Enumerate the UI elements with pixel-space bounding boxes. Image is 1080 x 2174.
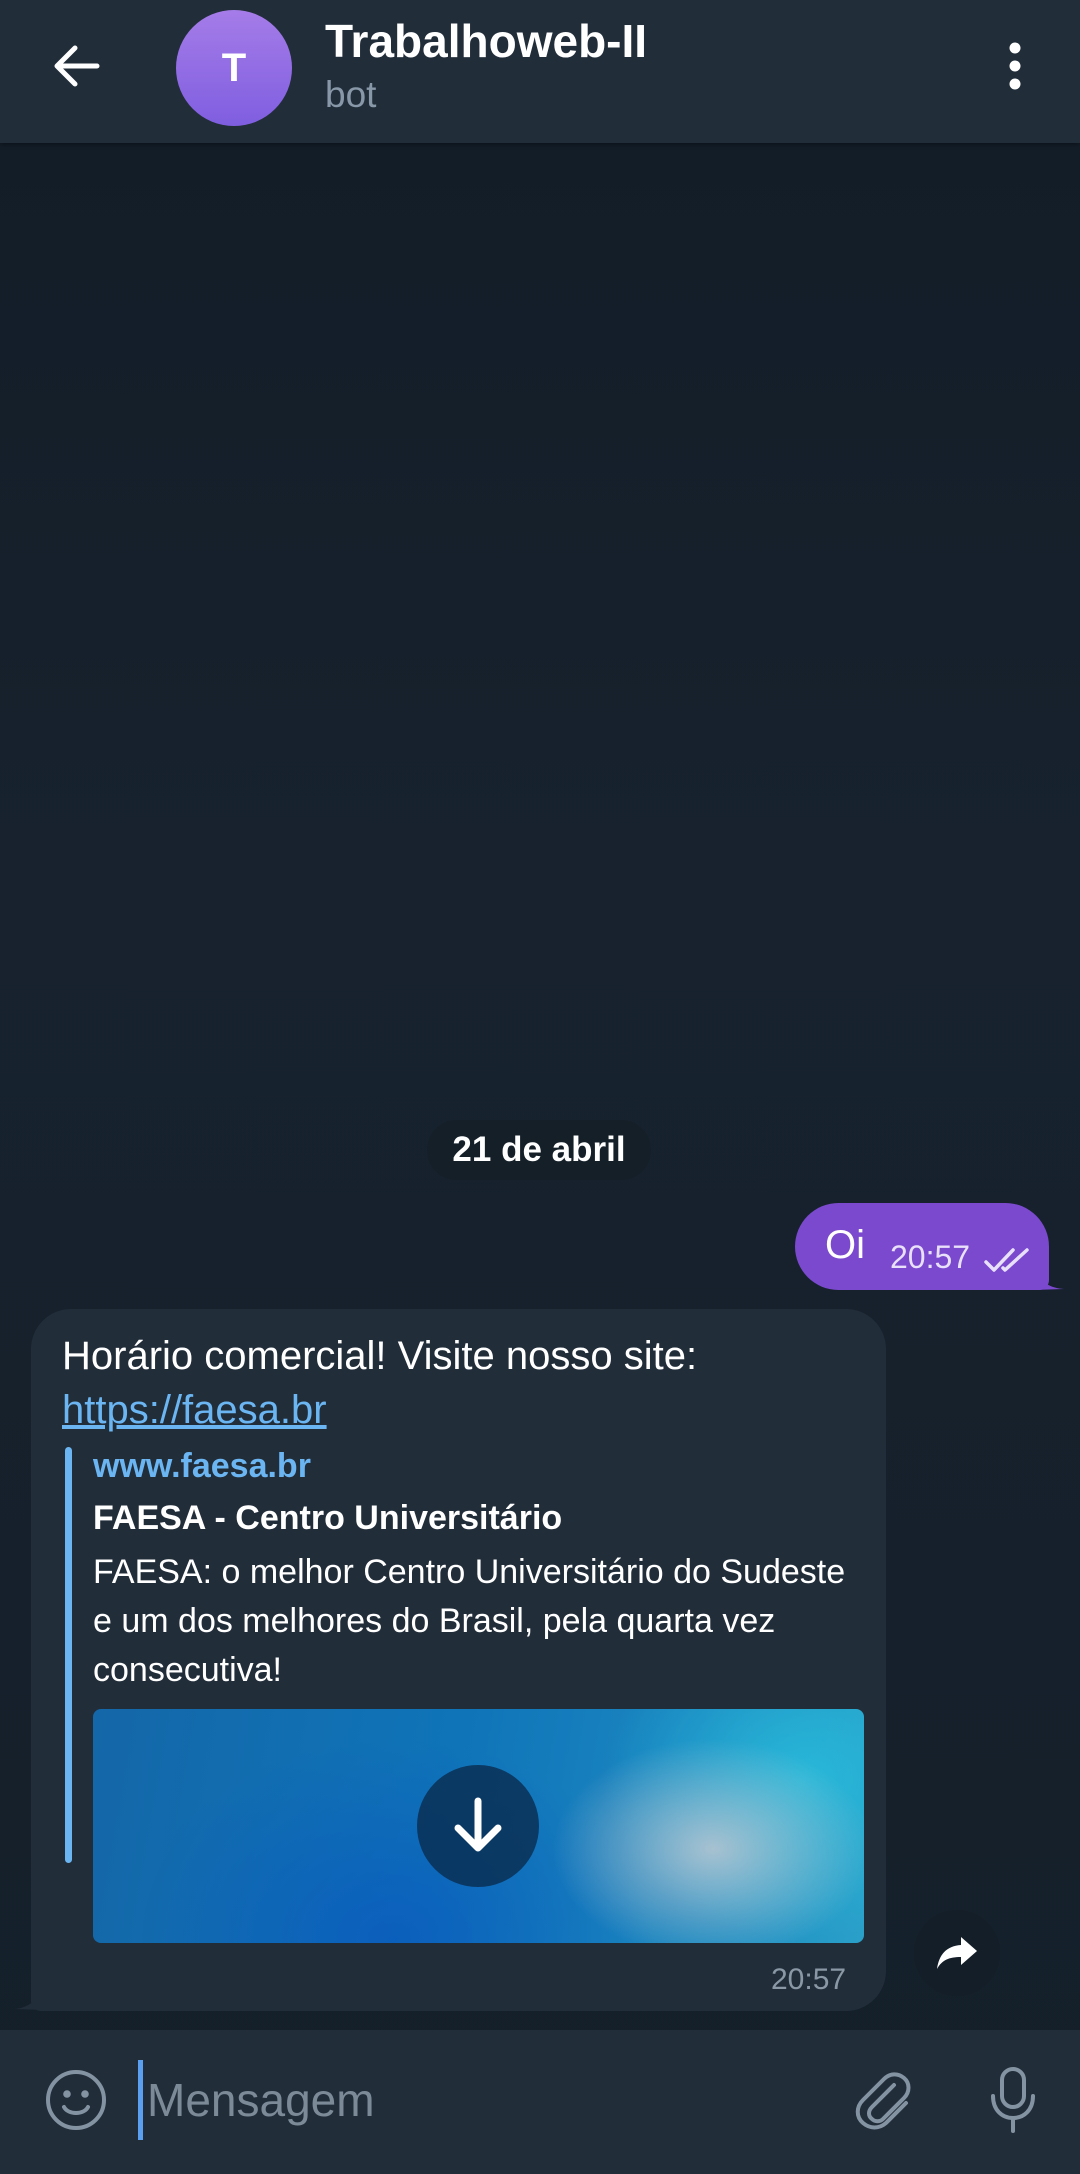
avatar-letter: T bbox=[221, 45, 247, 90]
arrow-left-icon bbox=[54, 45, 100, 87]
message-composer bbox=[0, 2030, 1080, 2174]
outgoing-message-time: 20:57 bbox=[890, 1239, 971, 1275]
incoming-message[interactable]: Horário comercial! Visite nosso site: ht… bbox=[31, 1309, 886, 2011]
double-check-icon bbox=[984, 1248, 1029, 1272]
outgoing-message[interactable]: Oi 20:57 bbox=[795, 1203, 1049, 1290]
link-preview-site[interactable]: www.faesa.br bbox=[93, 1447, 311, 1486]
message-input[interactable] bbox=[138, 2060, 837, 2140]
chat-subtitle: bot bbox=[325, 74, 377, 115]
emoji-button[interactable] bbox=[38, 2062, 114, 2138]
outgoing-message-text: Oi bbox=[825, 1223, 865, 1267]
more-vertical-icon bbox=[1009, 42, 1021, 90]
link-preview-title: FAESA - Centro Universitário bbox=[93, 1499, 563, 1537]
forward-share-icon bbox=[937, 1937, 977, 1969]
link-preview-description: FAESA: o melhor Centro Universitário do … bbox=[93, 1553, 846, 1689]
incoming-message-body: Horário comercial! Visite nosso site: ht… bbox=[62, 1329, 862, 1437]
paperclip-icon bbox=[855, 2072, 911, 2130]
avatar[interactable]: T bbox=[176, 10, 292, 126]
voice-message-button[interactable] bbox=[975, 2060, 1051, 2140]
chat-screen: T Trabalhoweb-II bot 21 de abril Oi 20:5… bbox=[0, 0, 1080, 2174]
microphone-icon bbox=[991, 2067, 1035, 2133]
incoming-message-link[interactable]: https://faesa.br bbox=[62, 1388, 327, 1432]
download-arrow-icon bbox=[454, 1797, 502, 1852]
forward-button[interactable] bbox=[914, 1910, 1000, 1996]
back-button[interactable] bbox=[36, 30, 116, 102]
more-options-button[interactable] bbox=[985, 30, 1045, 102]
chat-header: T Trabalhoweb-II bot bbox=[0, 0, 1080, 143]
link-preview-image[interactable] bbox=[93, 1709, 864, 1943]
download-button[interactable] bbox=[417, 1765, 539, 1887]
attach-button[interactable] bbox=[845, 2060, 921, 2140]
link-preview-accent-bar bbox=[65, 1447, 72, 1863]
chat-title[interactable]: Trabalhoweb-II bbox=[325, 14, 647, 68]
date-separator: 21 de abril bbox=[427, 1120, 651, 1180]
incoming-message-time: 20:57 bbox=[771, 1963, 847, 1996]
emoji-smile-icon bbox=[46, 2070, 106, 2130]
incoming-message-text: Horário comercial! Visite nosso site: bbox=[62, 1334, 698, 1378]
